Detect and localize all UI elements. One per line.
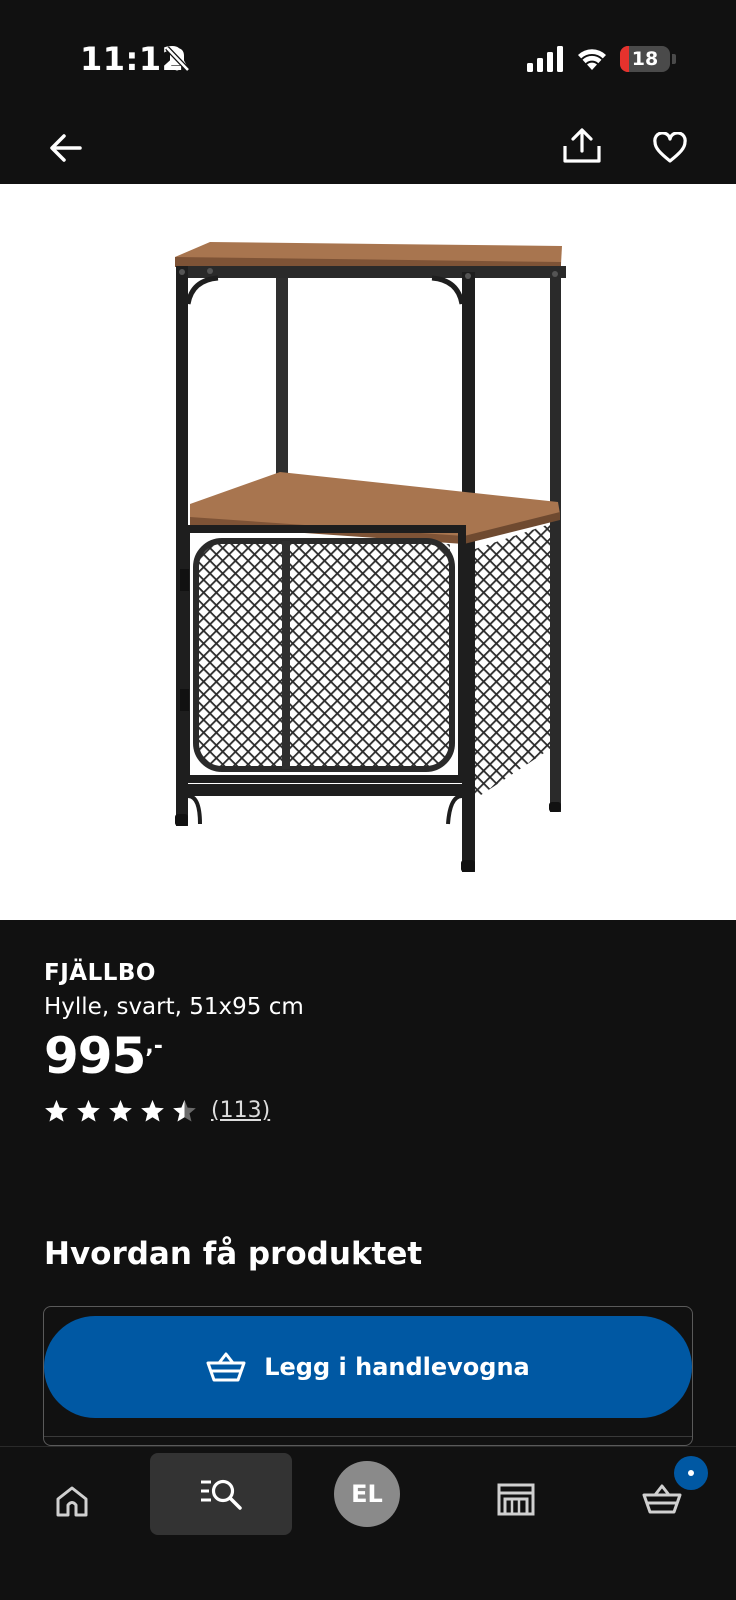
arrow-left-icon — [50, 134, 82, 162]
price-suffix: ,- — [145, 1034, 163, 1059]
nav-search[interactable] — [150, 1453, 292, 1535]
product-image[interactable] — [0, 184, 736, 920]
shopping-basket-icon — [642, 1484, 682, 1514]
product-name: FJÄLLBO — [44, 960, 156, 986]
favorite-button[interactable] — [646, 124, 694, 172]
nav-profile-avatar[interactable]: EL — [334, 1461, 400, 1527]
cart-icon — [206, 1352, 246, 1382]
top-navigation — [0, 118, 736, 184]
heart-icon — [653, 132, 687, 163]
divider — [44, 1436, 692, 1437]
bell-off-icon — [165, 46, 190, 72]
share-icon — [563, 128, 601, 163]
cellular-signal-icon — [527, 46, 563, 72]
price: 995 ,- — [44, 1028, 694, 1084]
price-value: 995 — [44, 1027, 146, 1085]
nav-stores[interactable] — [488, 1471, 544, 1527]
share-button[interactable] — [558, 122, 606, 170]
add-to-cart-button[interactable]: Legg i handlevogna — [44, 1316, 692, 1418]
star-full-icon — [141, 1099, 164, 1121]
product-info: FJÄLLBO Hylle, svart, 51x95 cm 995 ,- (1… — [44, 960, 694, 1123]
battery-indicator: 18 — [620, 46, 670, 72]
bottom-navigation: EL — [0, 1446, 736, 1600]
home-icon — [56, 1486, 88, 1517]
rating-link[interactable]: (113) — [44, 1098, 694, 1123]
delivery-section-title: Hvordan få produktet — [44, 1236, 423, 1272]
star-full-icon — [109, 1099, 132, 1121]
status-bar: 11:12 18 — [0, 0, 736, 118]
star-full-icon — [45, 1099, 68, 1121]
add-to-cart-label: Legg i handlevogna — [264, 1353, 530, 1381]
wifi-icon — [578, 49, 606, 70]
back-button[interactable] — [42, 124, 90, 172]
cart-badge-dot — [688, 1470, 694, 1476]
nav-home[interactable] — [44, 1473, 100, 1529]
review-count[interactable]: (113) — [211, 1098, 270, 1123]
shelf-unit-illustration — [175, 242, 566, 872]
store-icon — [497, 1483, 535, 1516]
search-list-icon — [201, 1479, 242, 1510]
star-full-icon — [77, 1099, 100, 1121]
avatar-initials: EL — [351, 1480, 383, 1508]
battery-level: 18 — [631, 48, 659, 70]
battery-nub — [672, 54, 676, 64]
star-half-icon — [173, 1099, 196, 1121]
product-description: Hylle, svart, 51x95 cm — [44, 994, 304, 1020]
star-rating — [44, 1099, 197, 1123]
cart-badge — [674, 1456, 708, 1490]
